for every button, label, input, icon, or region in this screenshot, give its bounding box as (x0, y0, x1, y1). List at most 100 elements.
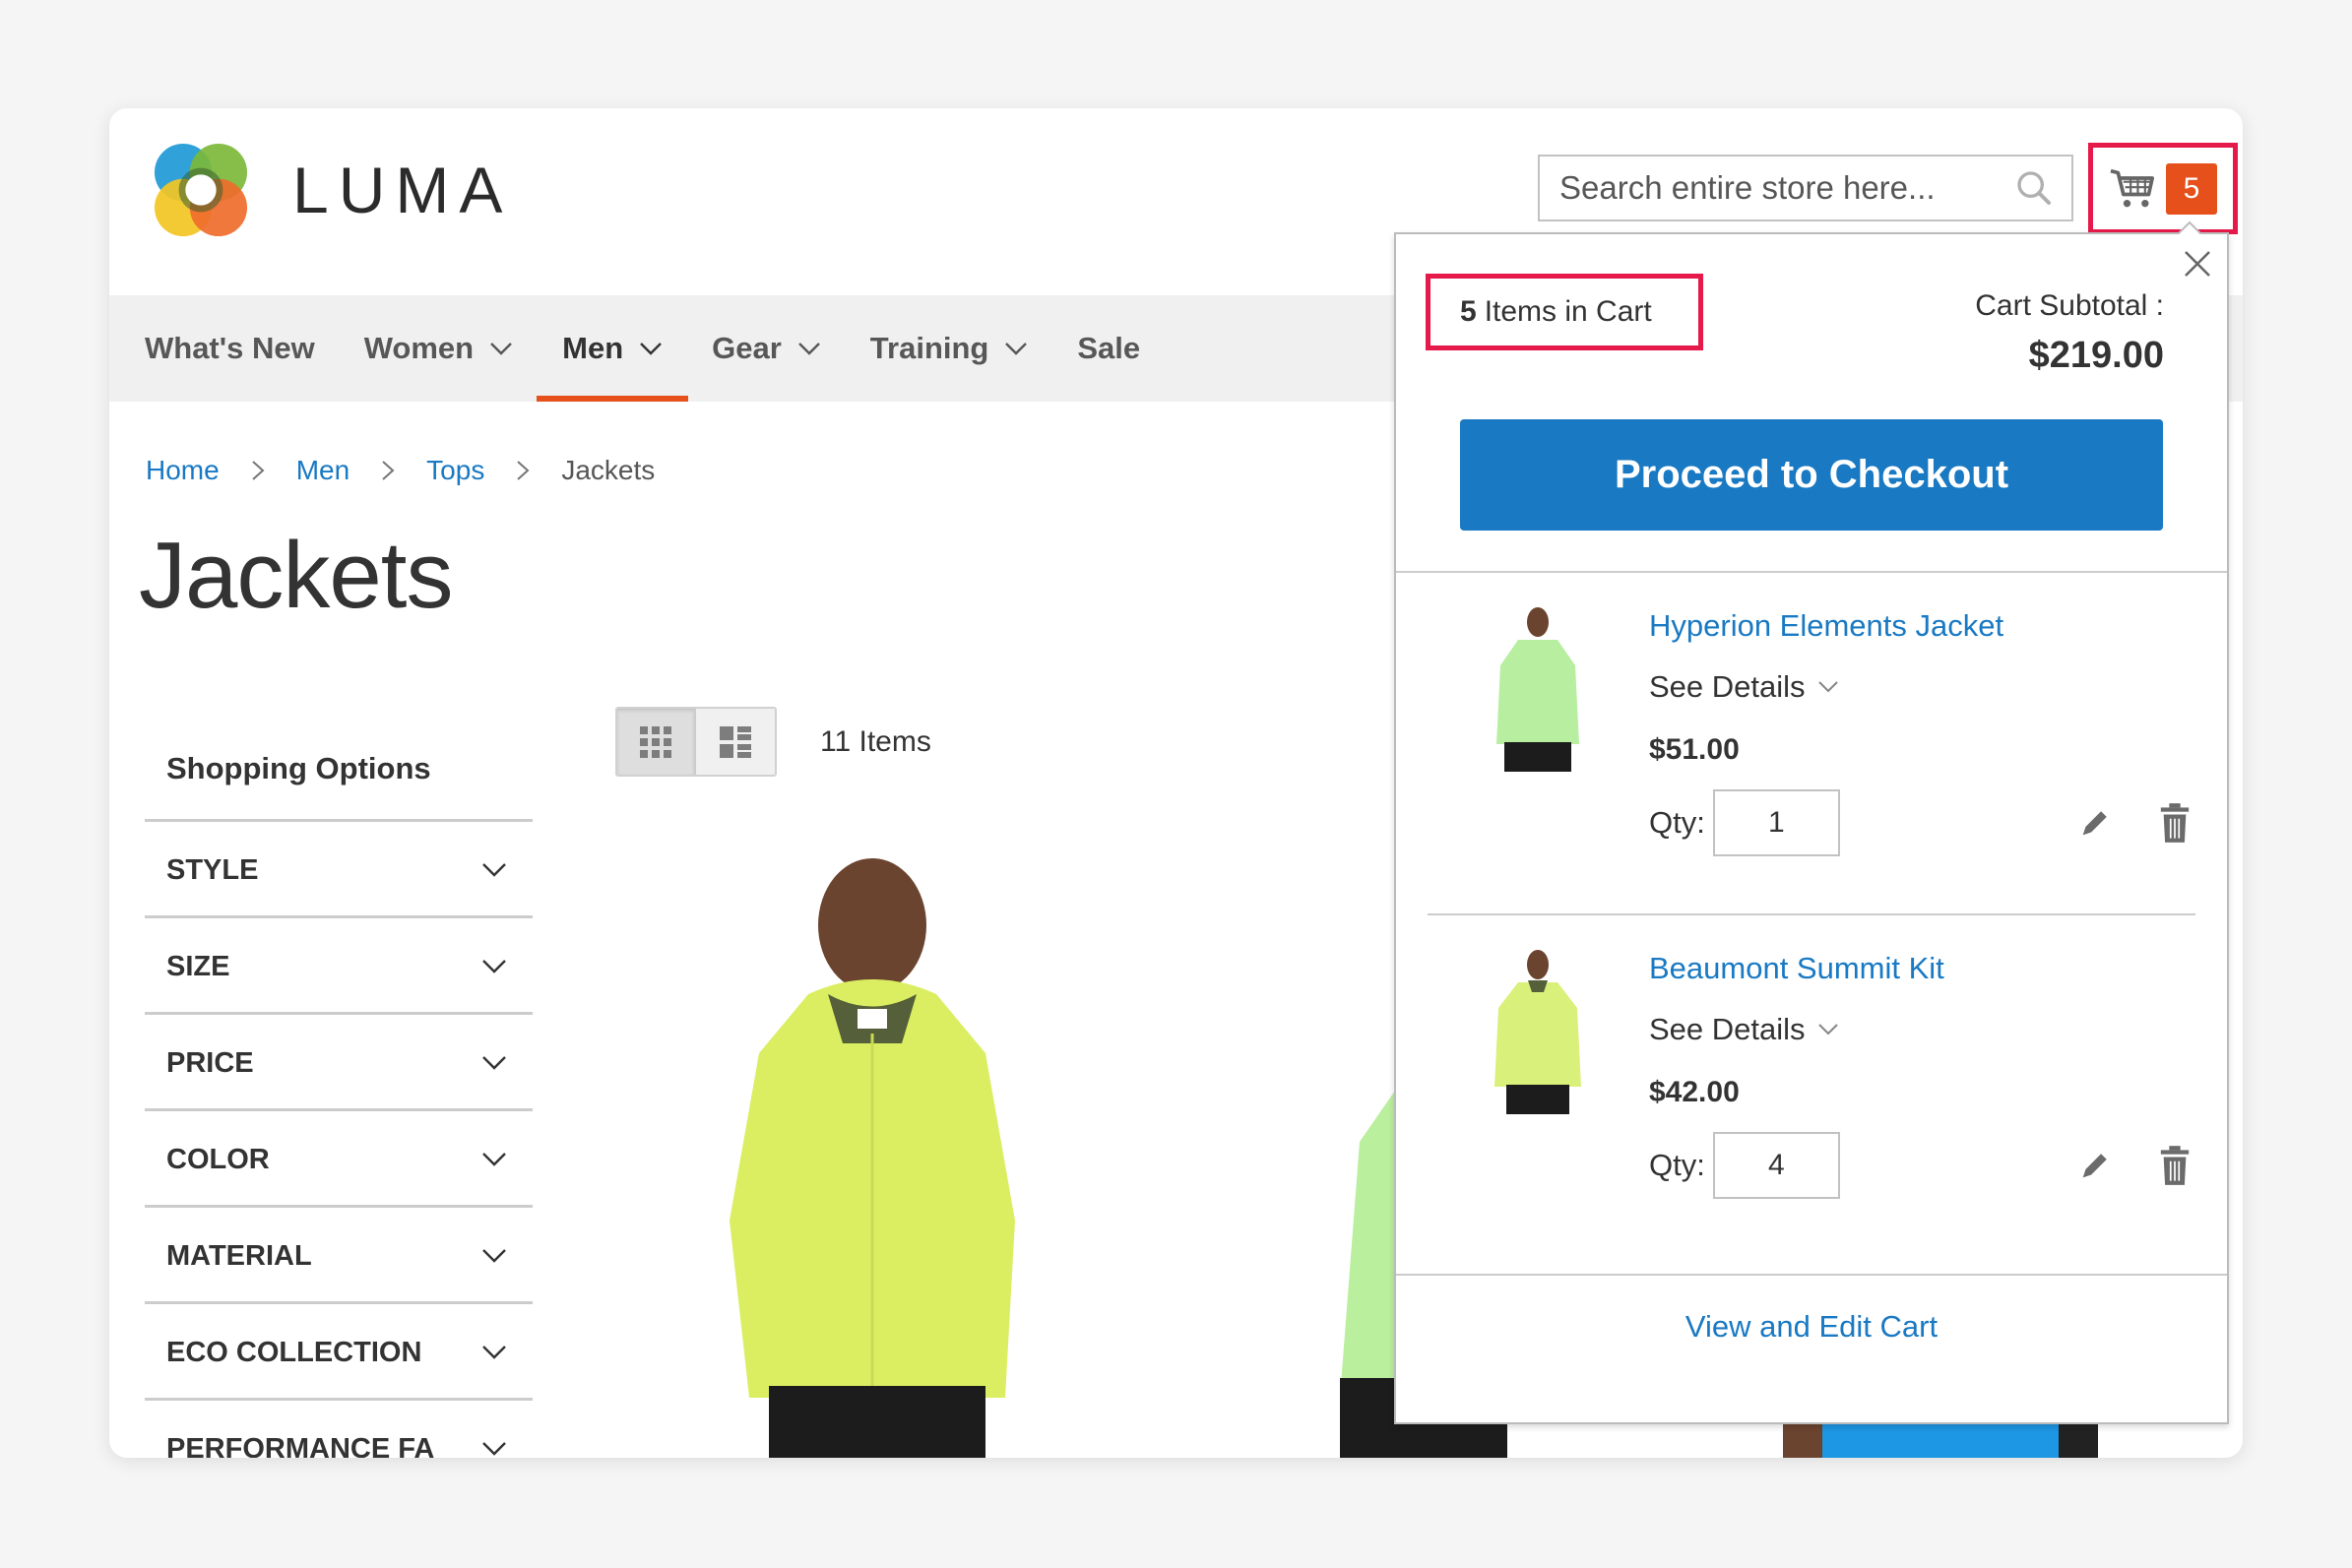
cart-item: Beaumont Summit Kit See Details $42.00 Q… (1428, 913, 2195, 1254)
cart-item-thumbnail[interactable] (1489, 606, 1587, 772)
cart-items-count: 5 Items in Cart (1426, 274, 1703, 350)
logo-text: LUMA (292, 154, 513, 226)
cart-items-list: Hyperion Elements Jacket See Details $51… (1396, 571, 2227, 1254)
nav-item-label: Sale (1077, 331, 1141, 365)
chevron-right-icon (517, 461, 530, 480)
chevron-down-icon (482, 1153, 506, 1166)
filter-label: PRICE (166, 1047, 254, 1079)
chevron-right-icon (382, 461, 395, 480)
proceed-to-checkout-button[interactable]: Proceed to Checkout (1460, 419, 2163, 531)
product-image-jacket[interactable] (661, 847, 1173, 1458)
search-input[interactable] (1540, 157, 2014, 220)
grid-icon (640, 725, 671, 758)
breadcrumb: Home Men Tops Jackets (146, 455, 655, 486)
qty-label: Qty: (1649, 805, 1705, 840)
cart-item: Hyperion Elements Jacket See Details $51… (1428, 573, 2195, 913)
filter-label: MATERIAL (166, 1240, 312, 1272)
view-mode-toggle (615, 707, 777, 777)
store-logo[interactable]: LUMA (146, 135, 512, 245)
nav-item-label: Women (363, 331, 475, 365)
filter-material[interactable]: MATERIAL (145, 1208, 533, 1304)
trash-icon[interactable] (2158, 1144, 2192, 1187)
cart-subtotal-value: $219.00 (2028, 335, 2164, 376)
pencil-icon[interactable] (2077, 807, 2111, 841)
cart-subtotal-label: Cart Subtotal : (1975, 289, 2164, 322)
filter-label: SIZE (166, 951, 230, 982)
cart-item-qty: Qty: (1649, 1132, 1840, 1199)
nav-item-label: Gear (712, 331, 782, 365)
nav-item-label: Training (869, 331, 989, 365)
nav-item-whats-new[interactable]: What's New (145, 295, 315, 402)
nav-item-label: Men (562, 331, 624, 365)
minicart-dropdown: 5 Items in Cart Cart Subtotal : $219.00 … (1394, 220, 2229, 1424)
toolbar-item-count: 11 Items (820, 724, 931, 758)
nav-item-label: What's New (145, 331, 315, 365)
store-page: LUMA 5 What's New Women Men (109, 108, 2243, 1458)
chevron-down-icon (482, 1346, 506, 1359)
filter-label: STYLE (166, 854, 259, 886)
breadcrumb-tops[interactable]: Tops (426, 455, 484, 486)
view-and-edit-cart-link[interactable]: View and Edit Cart (1685, 1309, 1938, 1345)
cart-items-label: Items in Cart (1484, 295, 1652, 328)
cart-item-name[interactable]: Beaumont Summit Kit (1649, 951, 1944, 986)
chevron-down-icon (1817, 1024, 1838, 1035)
nav-item-men[interactable]: Men (537, 295, 689, 402)
nav-item-sale[interactable]: Sale (1077, 295, 1140, 402)
cart-item-name[interactable]: Hyperion Elements Jacket (1649, 608, 2003, 644)
qty-input[interactable] (1712, 789, 1840, 856)
chevron-right-icon (252, 461, 265, 480)
see-details-label: See Details (1649, 669, 1806, 704)
nav-item-women[interactable]: Women (364, 295, 513, 402)
trash-icon[interactable] (2158, 801, 2192, 845)
page-title: Jackets (139, 523, 453, 628)
pencil-icon[interactable] (2077, 1150, 2111, 1183)
nav-item-training[interactable]: Training (870, 295, 1029, 402)
cart-items-number: 5 (1460, 295, 1477, 328)
chevron-down-icon (482, 1249, 506, 1263)
shopping-options-sidebar: Shopping Options STYLE SIZE PRICE COLOR … (145, 719, 533, 1458)
filter-price[interactable]: PRICE (145, 1015, 533, 1111)
filter-size[interactable]: SIZE (145, 918, 533, 1015)
filter-label: PERFORMANCE FA BRIC (166, 1433, 434, 1458)
see-details-toggle[interactable]: See Details (1649, 1012, 1839, 1047)
cart-subtotal: Cart Subtotal : $219.00 (1975, 289, 2164, 377)
filter-color[interactable]: COLOR (145, 1111, 533, 1208)
filter-eco-collection[interactable]: ECO COLLECTION (145, 1304, 533, 1401)
chevron-down-icon (640, 343, 662, 355)
breadcrumb-current: Jackets (561, 455, 656, 485)
list-view-button[interactable] (696, 709, 775, 775)
grid-view-button[interactable] (617, 709, 696, 775)
cart-count-badge: 5 (2166, 162, 2217, 215)
minicart-toggle[interactable]: 5 (2088, 143, 2238, 234)
chevron-down-icon (482, 1442, 506, 1456)
qty-label: Qty: (1649, 1148, 1705, 1182)
shopping-options-title: Shopping Options (145, 719, 533, 822)
dropdown-arrow-icon (2178, 220, 2201, 234)
breadcrumb-men[interactable]: Men (296, 455, 350, 486)
products-toolbar: 11 Items (615, 707, 931, 777)
search-box (1538, 155, 2073, 221)
filter-performance-fabric[interactable]: PERFORMANCE FA BRIC (145, 1401, 533, 1458)
filter-style[interactable]: STYLE (145, 822, 533, 918)
chevron-down-icon (482, 960, 506, 973)
list-icon (720, 725, 751, 758)
see-details-label: See Details (1649, 1012, 1806, 1046)
close-icon[interactable] (2182, 248, 2213, 280)
chevron-down-icon (482, 1056, 506, 1070)
cart-item-qty: Qty: (1649, 789, 1840, 856)
search-icon[interactable] (2014, 168, 2054, 208)
chevron-down-icon (490, 343, 512, 355)
nav-item-gear[interactable]: Gear (712, 295, 821, 402)
chevron-down-icon (1817, 681, 1838, 693)
see-details-toggle[interactable]: See Details (1649, 669, 1839, 705)
chevron-down-icon (1005, 343, 1028, 355)
cart-item-price: $42.00 (1649, 1076, 1740, 1108)
minicart-footer: View and Edit Cart (1396, 1274, 2227, 1424)
breadcrumb-home[interactable]: Home (146, 455, 220, 486)
cart-item-price: $51.00 (1649, 733, 1740, 766)
cart-icon (2110, 168, 2154, 207)
filter-label: COLOR (166, 1144, 270, 1175)
qty-input[interactable] (1712, 1132, 1840, 1199)
chevron-down-icon (482, 863, 506, 877)
cart-item-thumbnail[interactable] (1489, 949, 1587, 1114)
